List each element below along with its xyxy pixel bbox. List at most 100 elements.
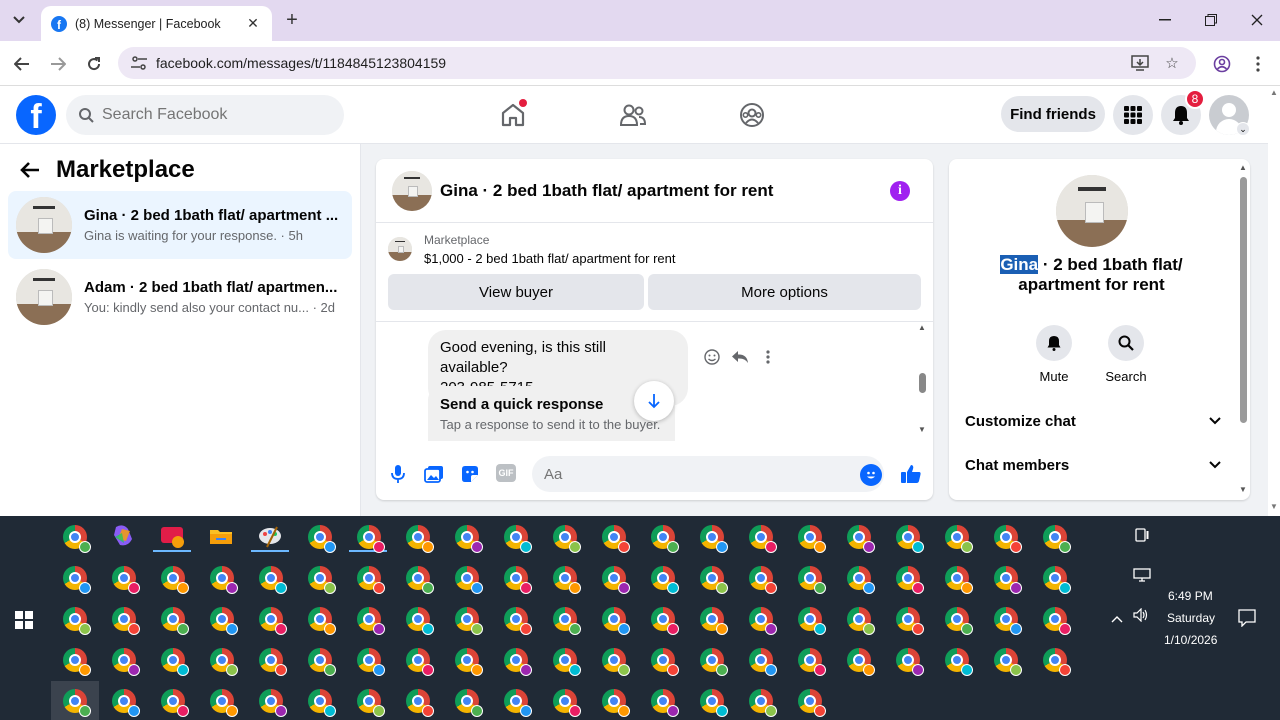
chrome-profile-shortcut-icon[interactable] [845, 646, 875, 676]
chrome-profile-shortcut-icon[interactable] [61, 687, 91, 717]
thread-item-gina[interactable]: Gina · 2 bed 1bath flat/ apartment ... G… [8, 191, 352, 259]
back-arrow-icon[interactable] [20, 161, 40, 179]
chrome-profile-shortcut-icon[interactable] [110, 564, 140, 594]
chrome-profile-shortcut-icon[interactable] [845, 605, 875, 635]
chrome-profile-shortcut-icon[interactable] [159, 564, 189, 594]
site-settings-icon[interactable] [130, 55, 148, 71]
chrome-profile-shortcut-icon[interactable] [698, 564, 728, 594]
chrome-profile-shortcut-icon[interactable] [110, 605, 140, 635]
groups-nav-button[interactable] [734, 97, 770, 133]
chrome-profile-shortcut-icon[interactable] [796, 523, 826, 553]
monitor-icon[interactable] [1133, 568, 1151, 585]
chrome-profile-shortcut-icon[interactable] [551, 646, 581, 676]
chrome-profile-shortcut-icon[interactable] [551, 687, 581, 717]
chrome-profile-shortcut-icon[interactable] [600, 605, 630, 635]
new-tab-button[interactable]: + [281, 9, 303, 31]
chrome-profile-shortcut-icon[interactable] [894, 523, 924, 553]
page-scrollbar[interactable]: ▲ ▼ [1268, 86, 1280, 516]
chrome-profile-shortcut-icon[interactable] [600, 646, 630, 676]
paint-app-icon[interactable] [257, 523, 285, 551]
chrome-profile-shortcut-icon[interactable] [257, 687, 287, 717]
chrome-profile-shortcut-icon[interactable] [698, 605, 728, 635]
chrome-profile-shortcut-icon[interactable] [1041, 564, 1071, 594]
chrome-profile-shortcut-icon[interactable] [355, 605, 385, 635]
chrome-profile-shortcut-icon[interactable] [600, 564, 630, 594]
chat-title[interactable]: Gina · 2 bed 1bath flat/ apartment for r… [440, 181, 773, 201]
message-input[interactable] [532, 456, 884, 492]
chrome-profile-shortcut-icon[interactable] [453, 646, 483, 676]
chrome-profile-shortcut-icon[interactable] [61, 523, 91, 553]
more-options-button[interactable]: More options [648, 274, 921, 310]
message-scrollbar[interactable]: ▲ ▼ [916, 321, 928, 439]
chrome-profile-shortcut-icon[interactable] [306, 605, 336, 635]
chrome-profile-shortcut-icon[interactable] [649, 646, 679, 676]
listing-thumbnail[interactable] [392, 170, 432, 211]
media-app-icon[interactable] [159, 523, 187, 551]
clock-day[interactable]: Saturday [1167, 611, 1215, 625]
chrome-profile-shortcut-icon[interactable] [992, 564, 1022, 594]
chrome-profile-shortcut-icon[interactable] [747, 687, 777, 717]
gif-icon[interactable]: GIF [496, 464, 516, 482]
chrome-profile-shortcut-icon[interactable] [159, 646, 189, 676]
info-icon[interactable]: i [890, 181, 910, 201]
find-friends-button[interactable]: Find friends [1001, 96, 1105, 132]
profile-icon[interactable] [1208, 50, 1236, 78]
chrome-profile-shortcut-icon[interactable] [404, 646, 434, 676]
facebook-logo-icon[interactable]: f [16, 95, 56, 135]
task-view-icon[interactable] [1134, 527, 1150, 546]
chrome-profile-shortcut-icon[interactable] [551, 605, 581, 635]
chrome-profile-shortcut-icon[interactable] [796, 564, 826, 594]
chrome-profile-shortcut-icon[interactable] [649, 605, 679, 635]
back-button[interactable] [8, 50, 36, 78]
browser-menu-icon[interactable] [1244, 50, 1272, 78]
chrome-profile-shortcut-icon[interactable] [453, 605, 483, 635]
file-explorer-icon[interactable] [208, 523, 236, 551]
reply-icon[interactable] [726, 347, 754, 367]
clock-date[interactable]: 1/10/2026 [1164, 633, 1217, 647]
minimize-button[interactable] [1142, 0, 1188, 40]
chrome-profile-shortcut-icon[interactable] [1041, 523, 1071, 553]
chrome-profile-shortcut-icon[interactable] [404, 687, 434, 717]
chrome-profile-shortcut-icon[interactable] [649, 687, 679, 717]
chrome-profile-shortcut-icon[interactable] [61, 564, 91, 594]
chrome-profile-shortcut-icon[interactable] [257, 605, 287, 635]
chrome-profile-shortcut-icon[interactable] [355, 646, 385, 676]
chrome-profile-shortcut-icon[interactable] [698, 523, 728, 553]
chrome-profile-shortcut-icon[interactable] [404, 564, 434, 594]
install-app-icon[interactable] [1130, 53, 1150, 73]
chrome-profile-shortcut-icon[interactable] [943, 564, 973, 594]
chrome-profile-shortcut-icon[interactable] [404, 605, 434, 635]
chrome-profile-shortcut-icon[interactable] [208, 687, 238, 717]
chrome-profile-shortcut-icon[interactable] [208, 646, 238, 676]
clock-time[interactable]: 6:49 PM [1168, 589, 1213, 603]
microphone-icon[interactable] [386, 462, 410, 486]
url-field[interactable]: facebook.com/messages/t/1184845123804159… [118, 47, 1196, 79]
chrome-profile-shortcut-icon[interactable] [110, 646, 140, 676]
emoji-icon[interactable] [860, 464, 882, 486]
chrome-profile-shortcut-icon[interactable] [159, 687, 189, 717]
bookmark-star-icon[interactable]: ☆ [1162, 53, 1182, 73]
chrome-profile-shortcut-icon[interactable] [894, 564, 924, 594]
photo-icon[interactable] [422, 462, 446, 486]
chrome-profile-shortcut-icon[interactable] [551, 523, 581, 553]
react-smiley-icon[interactable] [698, 347, 726, 367]
chrome-profile-shortcut-icon[interactable] [551, 564, 581, 594]
chrome-profile-shortcut-icon[interactable] [747, 646, 777, 676]
scroll-down-arrow-icon[interactable]: ▼ [1270, 502, 1278, 511]
home-nav-button[interactable] [495, 97, 531, 133]
thumbs-up-icon[interactable] [898, 461, 924, 487]
reload-button[interactable] [80, 50, 108, 78]
scroll-up-arrow-icon[interactable]: ▲ [1270, 88, 1278, 97]
scroll-up-arrow-icon[interactable]: ▲ [1239, 163, 1247, 172]
scroll-thumb[interactable] [919, 373, 926, 393]
chrome-profile-shortcut-icon[interactable] [208, 605, 238, 635]
chrome-profile-shortcut-icon[interactable] [453, 523, 483, 553]
forward-button[interactable] [44, 50, 72, 78]
chevron-up-icon[interactable] [1111, 610, 1123, 626]
chrome-profile-shortcut-icon[interactable] [502, 687, 532, 717]
chrome-profile-shortcut-icon[interactable] [747, 523, 777, 553]
chrome-profile-shortcut-icon[interactable] [796, 646, 826, 676]
chrome-profile-shortcut-icon[interactable] [649, 523, 679, 553]
chrome-profile-shortcut-icon[interactable] [502, 523, 532, 553]
chrome-profile-shortcut-icon[interactable] [845, 523, 875, 553]
